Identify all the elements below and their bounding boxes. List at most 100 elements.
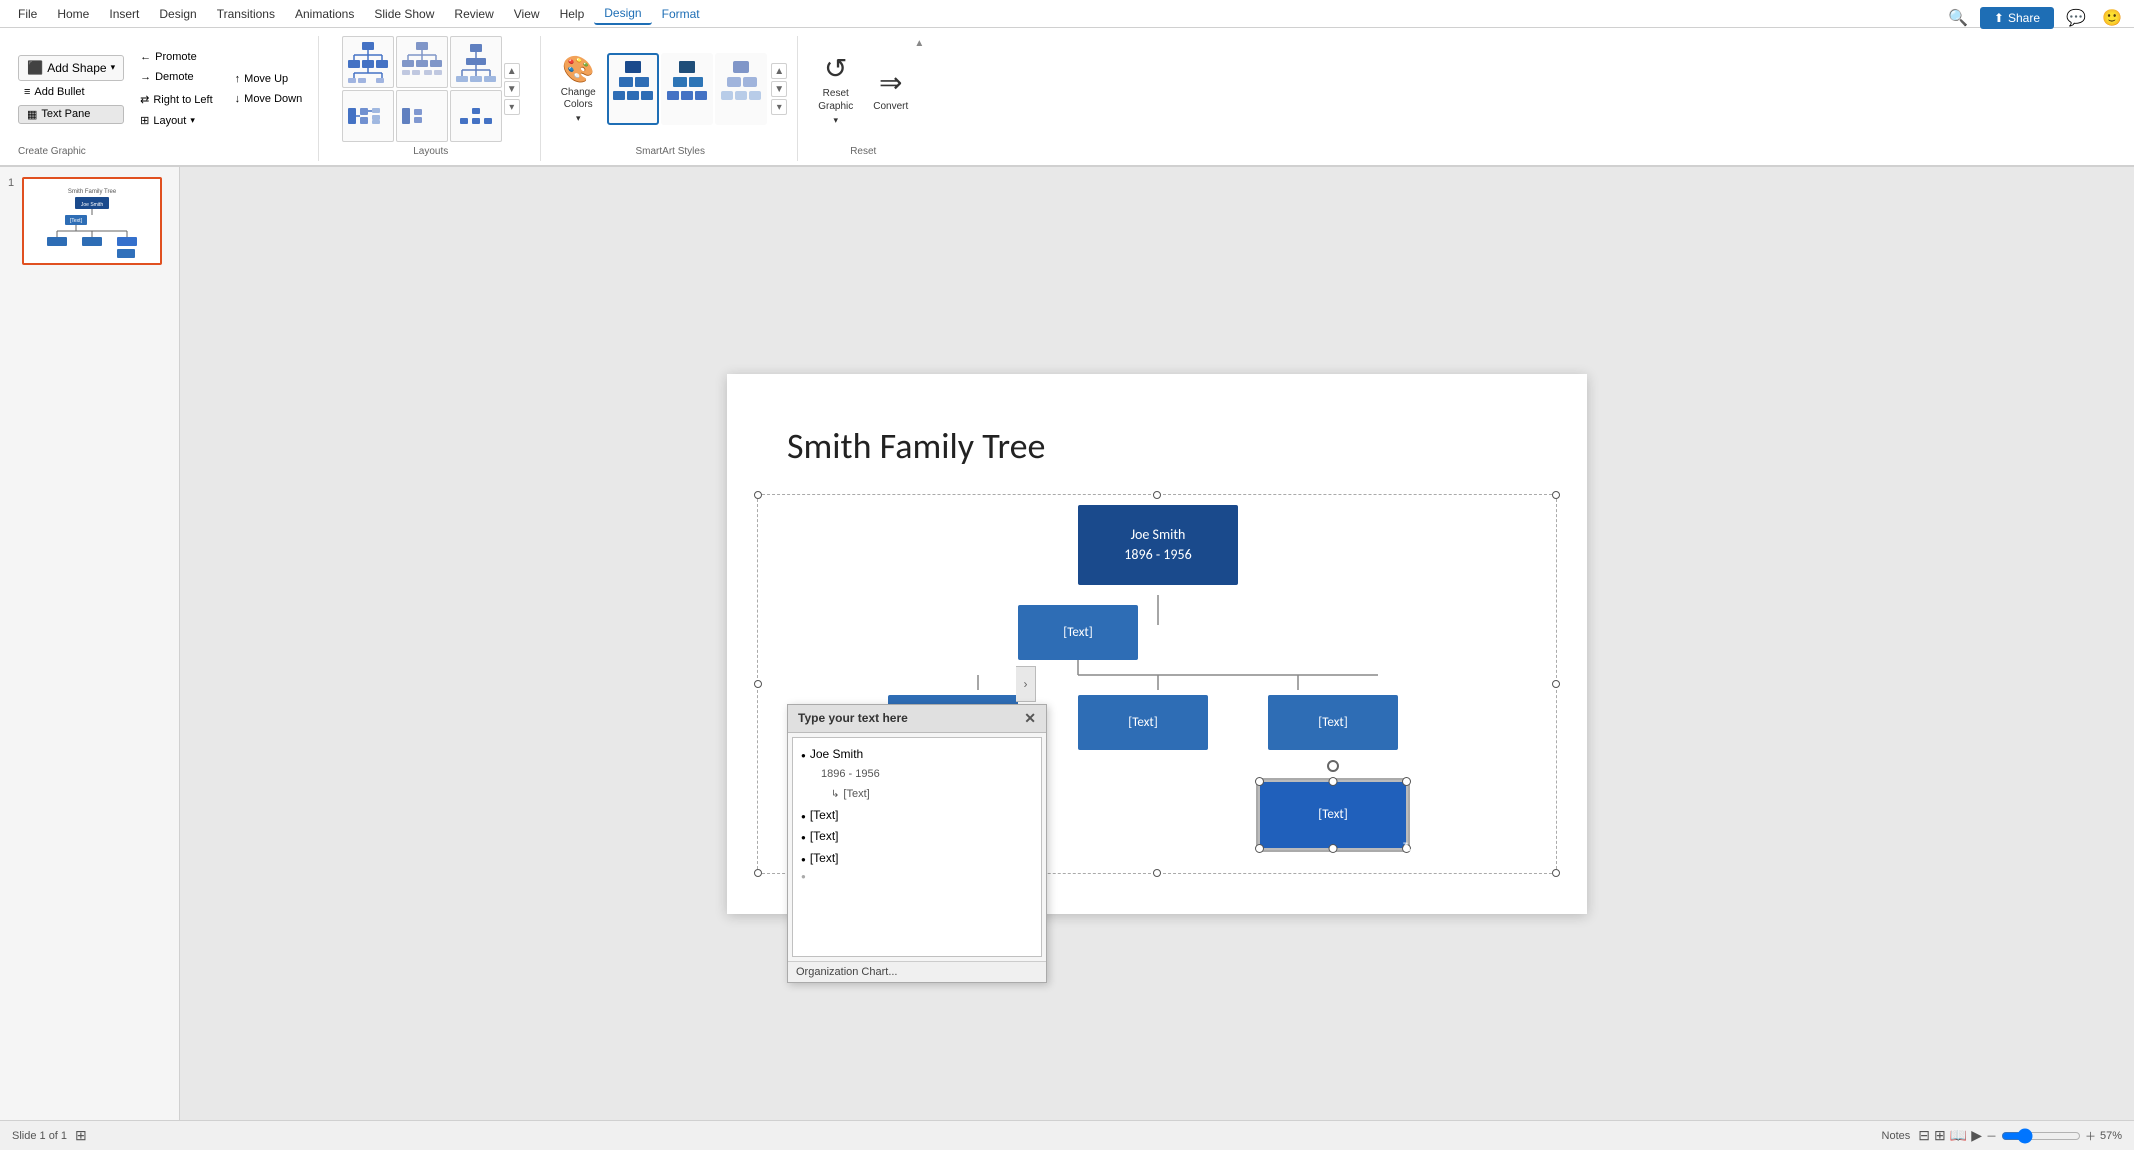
layout-scroll-up[interactable]: ▲: [504, 63, 520, 79]
change-colors-dropdown[interactable]: ▾: [576, 113, 581, 124]
style-thumb-3[interactable]: [715, 53, 767, 125]
menu-slideshow[interactable]: Slide Show: [364, 4, 444, 24]
change-colors-label: ChangeColors: [561, 87, 596, 111]
add-bullet-button[interactable]: ≡ Add Bullet: [18, 83, 124, 101]
convert-button[interactable]: ⇒ Convert: [865, 60, 916, 118]
menu-design[interactable]: Design: [149, 4, 206, 24]
handle-tl[interactable]: [754, 491, 762, 499]
demote-label: Demote: [155, 71, 194, 83]
slide-title: Smith Family Tree: [787, 424, 1045, 468]
menu-view[interactable]: View: [504, 4, 550, 24]
layout-thumb-4[interactable]: [342, 90, 394, 142]
org-node-level3[interactable]: [Text] ↻: [1258, 780, 1408, 850]
layout-expand[interactable]: ▾: [504, 99, 520, 115]
rotate-handle[interactable]: [1327, 760, 1339, 772]
text-pane-item-1: ● Joe Smith: [801, 744, 1033, 766]
menu-file[interactable]: File: [8, 4, 47, 24]
layout-scroll-down[interactable]: ▼: [504, 81, 520, 97]
node-handle-bl[interactable]: [1255, 844, 1264, 853]
add-shape-button[interactable]: ⬛ Add Shape ▾: [18, 55, 124, 81]
handle-tm[interactable]: [1153, 491, 1161, 499]
org-chart-link[interactable]: Organization Chart...: [788, 961, 1046, 982]
layout-thumb-1[interactable]: [342, 36, 394, 88]
style-thumbs: [607, 53, 767, 125]
change-colors-button[interactable]: 🎨 ChangeColors ▾: [553, 50, 603, 128]
zoom-level: 57%: [2100, 1130, 2122, 1142]
handle-tr[interactable]: [1552, 491, 1560, 499]
demote-button[interactable]: → Demote: [134, 68, 219, 86]
menu-insert[interactable]: Insert: [99, 4, 149, 24]
handle-bm[interactable]: [1153, 869, 1161, 877]
node-handle-tm[interactable]: [1329, 777, 1338, 786]
menu-help[interactable]: Help: [550, 4, 595, 24]
bullet-5: ●: [801, 853, 806, 867]
menu-review[interactable]: Review: [444, 4, 503, 24]
collapse-ribbon-icon[interactable]: ▲: [914, 38, 924, 49]
org-node-child1[interactable]: [Text]: [1018, 605, 1138, 660]
promote-button[interactable]: ← Promote: [134, 48, 219, 66]
text-pane-text-4: [Text]: [810, 826, 839, 848]
main-area: Smith Family Tree: [180, 167, 2134, 1120]
org-node-level2b[interactable]: [Text]: [1078, 695, 1208, 750]
style-thumb-1[interactable]: [607, 53, 659, 125]
smartart-styles-label: SmartArt Styles: [636, 146, 705, 157]
move-down-button[interactable]: ↓ Move Down: [229, 90, 309, 108]
sub-arrow-icon: ↳: [831, 786, 839, 804]
org-node-root[interactable]: Joe Smith1896 - 1956: [1078, 505, 1238, 585]
zoom-slider[interactable]: [2001, 1128, 2081, 1144]
comment-icon-btn[interactable]: 💬: [2062, 4, 2090, 32]
zoom-plus-button[interactable]: ＋: [2085, 1128, 2096, 1144]
text-pane-button[interactable]: ▦ Text Pane: [18, 105, 124, 124]
smartart-scroll-up[interactable]: ▲: [771, 63, 787, 79]
text-pane-item-4: ● [Text]: [801, 826, 1033, 848]
handle-mr[interactable]: [1552, 680, 1560, 688]
view-slidesorter-icon[interactable]: ⊞: [1934, 1127, 1946, 1144]
view-reading-icon[interactable]: 📖: [1950, 1127, 1967, 1144]
status-left: Slide 1 of 1 ⊞: [12, 1127, 87, 1144]
node-handle-tl[interactable]: [1255, 777, 1264, 786]
menu-home[interactable]: Home: [47, 4, 99, 24]
layouts-container: ▲ ▼ ▾: [342, 36, 520, 142]
smartart-expand[interactable]: ▾: [771, 99, 787, 115]
node-handle-tr[interactable]: [1402, 777, 1411, 786]
style-thumb-2[interactable]: [661, 53, 713, 125]
org-node-level2c[interactable]: [Text]: [1268, 695, 1398, 750]
reset-graphic-dropdown[interactable]: ▾: [833, 115, 838, 126]
level2b-text: [Text]: [1128, 715, 1157, 730]
menu-format[interactable]: Format: [652, 4, 710, 24]
text-pane-close-button[interactable]: ✕: [1024, 710, 1036, 727]
share-button[interactable]: ⬆ Share: [1980, 7, 2054, 29]
view-normal-icon[interactable]: ⊟: [1918, 1127, 1930, 1144]
slide-canvas[interactable]: Smith Family Tree: [727, 374, 1587, 914]
create-graphic-buttons: ⬛ Add Shape ▾ ≡ Add Bullet ▦ Text Pane: [18, 36, 308, 142]
text-pane-body[interactable]: ● Joe Smith 1896 - 1956 ↳ [Text] ● [Text: [792, 737, 1042, 957]
layout-thumb-2[interactable]: [396, 36, 448, 88]
add-shape-dropdown-icon[interactable]: ▾: [111, 62, 116, 73]
handle-br[interactable]: [1552, 869, 1560, 877]
status-right: Notes ⊟ ⊞ 📖 ▶ － ＋ 57%: [1882, 1127, 2122, 1144]
menu-design-active[interactable]: Design: [594, 3, 651, 25]
zoom-minus-button[interactable]: －: [1986, 1128, 1997, 1144]
smartart-scroll-down[interactable]: ▼: [771, 81, 787, 97]
notes-button[interactable]: Notes: [1882, 1130, 1911, 1142]
handle-ml[interactable]: [754, 680, 762, 688]
layout-thumb-6[interactable]: [450, 90, 502, 142]
smiley-icon-btn[interactable]: 🙂: [2098, 4, 2126, 32]
slide-info-icon[interactable]: ⊞: [75, 1127, 87, 1144]
node-handle-bm[interactable]: [1329, 844, 1338, 853]
move-up-button[interactable]: ↑ Move Up: [229, 70, 309, 88]
view-presenter-icon[interactable]: ▶: [1971, 1127, 1982, 1144]
layout-thumb-3[interactable]: [450, 36, 502, 88]
handle-bl[interactable]: [754, 869, 762, 877]
menu-transitions[interactable]: Transitions: [207, 4, 285, 24]
layout-thumb-5[interactable]: [396, 90, 448, 142]
menu-animations[interactable]: Animations: [285, 4, 364, 24]
search-icon-btn[interactable]: 🔍: [1944, 4, 1972, 32]
right-to-left-icon: ⇄: [140, 93, 149, 106]
reset-graphic-button[interactable]: ↺ Reset Graphic ▾: [810, 46, 861, 132]
right-to-left-button[interactable]: ⇄ Right to Left: [134, 90, 219, 109]
layout-button[interactable]: ⊞ Layout ▾: [134, 111, 219, 130]
text-pane-collapse-arrow[interactable]: ›: [1016, 666, 1036, 702]
share-label: Share: [2008, 11, 2040, 25]
slide-thumb-1[interactable]: Smith Family Tree Joe Smith [Text]: [22, 177, 162, 265]
